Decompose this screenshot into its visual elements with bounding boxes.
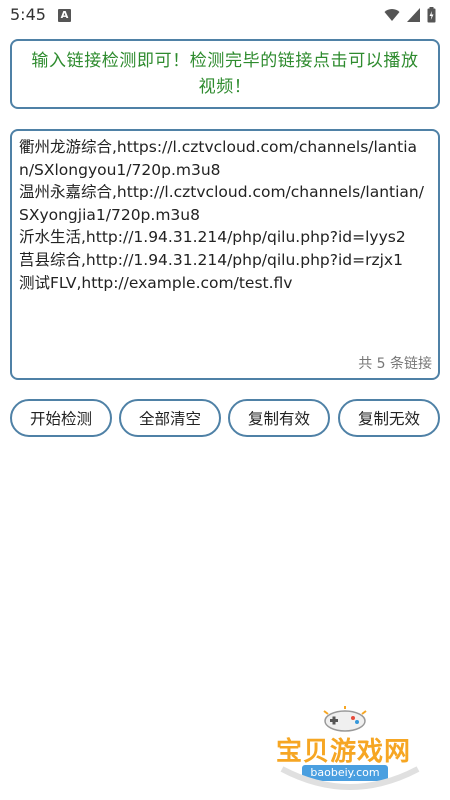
copy-valid-button[interactable]: 复制有效 [228, 399, 330, 437]
status-time: 5:45 [10, 5, 46, 24]
notification-a-icon: A [58, 9, 71, 22]
watermark-swoosh [280, 766, 420, 790]
clear-all-button[interactable]: 全部清空 [119, 399, 221, 437]
link-count-label: 共 5 条链接 [358, 356, 432, 372]
signal-icon [407, 8, 420, 22]
instruction-banner: 输入链接检测即可！检测完毕的链接点击可以播放视频！ [10, 39, 440, 109]
battery-icon [427, 7, 436, 23]
action-buttons: 开始检测 全部清空 复制有效 复制无效 [10, 399, 440, 437]
instruction-text: 输入链接检测即可！检测完毕的链接点击可以播放视频！ [31, 51, 419, 97]
watermark-logo: 宝贝游戏网 baobeiy.com [270, 705, 430, 797]
status-bar: 5:45 A [0, 0, 450, 32]
gamepad-icon [323, 706, 367, 732]
status-icons [384, 7, 436, 23]
links-input-text[interactable]: 衢州龙游综合,https://l.cztvcloud.com/channels/… [19, 136, 431, 294]
wifi-icon [384, 9, 400, 21]
start-check-button[interactable]: 开始检测 [10, 399, 112, 437]
links-input[interactable]: 衢州龙游综合,https://l.cztvcloud.com/channels/… [10, 129, 440, 380]
copy-invalid-button[interactable]: 复制无效 [338, 399, 440, 437]
